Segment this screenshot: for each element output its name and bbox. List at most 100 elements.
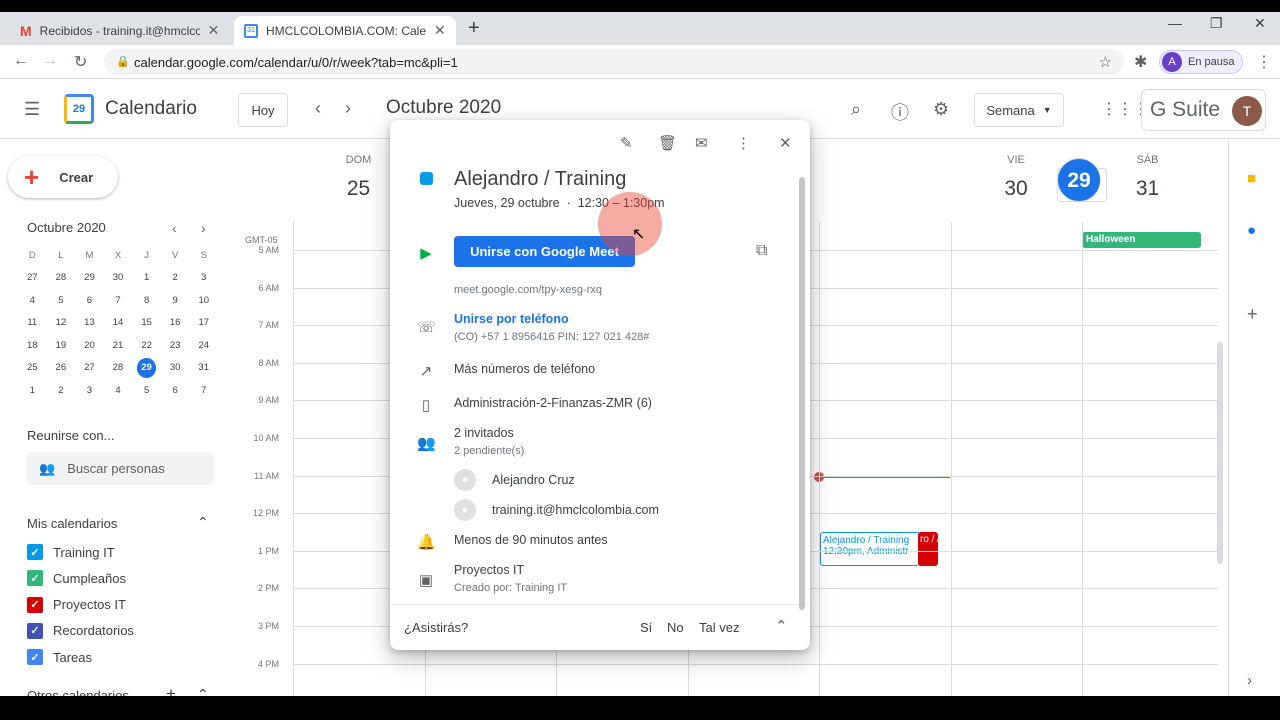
mini-calendar-day[interactable]: 23 bbox=[161, 340, 190, 351]
mini-calendar-day[interactable]: 13 bbox=[75, 317, 104, 328]
mini-calendar-day[interactable]: 6 bbox=[75, 295, 104, 306]
rsvp-maybe-button[interactable]: Tal vez bbox=[699, 620, 739, 635]
mini-calendar-day[interactable]: 27 bbox=[18, 272, 47, 283]
gsuite-account-area[interactable]: G Suite T bbox=[1141, 89, 1266, 131]
mini-calendar-day[interactable]: 6 bbox=[161, 385, 190, 396]
mini-calendar-day[interactable]: 22 bbox=[132, 340, 161, 351]
mini-calendar-day[interactable]: 3 bbox=[75, 385, 104, 396]
mini-calendar-day[interactable]: 9 bbox=[161, 295, 190, 306]
other-calendars-header[interactable]: Otros calendarios bbox=[27, 688, 129, 696]
mini-calendar-day[interactable]: 26 bbox=[47, 362, 76, 373]
chevron-left-icon[interactable]: ‹ bbox=[172, 220, 177, 236]
mini-calendar-day[interactable]: 28 bbox=[104, 362, 133, 373]
mini-calendar-day[interactable]: 2 bbox=[161, 272, 190, 283]
mini-calendar-day[interactable]: 7 bbox=[189, 385, 218, 396]
mini-calendar-day[interactable]: 7 bbox=[104, 295, 133, 306]
email-guests-icon[interactable]: ✉ bbox=[695, 134, 708, 152]
account-avatar[interactable]: T bbox=[1232, 96, 1262, 126]
allday-event-halloween[interactable]: Halloween bbox=[1082, 232, 1201, 248]
mini-calendar-day[interactable]: 3 bbox=[189, 272, 218, 283]
checkbox-check-icon[interactable]: ✓ bbox=[27, 596, 43, 613]
mini-calendar-day[interactable]: 12 bbox=[47, 317, 76, 328]
edit-pencil-icon[interactable]: ✎ bbox=[620, 134, 633, 152]
calendar-item[interactable]: ✓ Training IT bbox=[27, 544, 115, 560]
checkbox-check-icon[interactable]: ✓ bbox=[27, 570, 43, 587]
mini-calendar-day[interactable]: 15 bbox=[132, 317, 161, 328]
mini-calendar-day[interactable]: 19 bbox=[47, 340, 76, 351]
day-number[interactable]: 30 bbox=[951, 170, 1082, 208]
chevron-right-icon[interactable]: › bbox=[345, 98, 351, 119]
minimize-icon[interactable]: — bbox=[1168, 15, 1182, 31]
meet-link[interactable]: meet.google.com/tpy-xesg-rxq bbox=[454, 284, 602, 296]
mini-calendar-day[interactable]: 14 bbox=[104, 317, 133, 328]
people-search-input[interactable]: 👥 Buscar personas bbox=[27, 452, 214, 485]
chevron-up-icon[interactable]: ⌃ bbox=[775, 617, 788, 635]
mini-calendar-day[interactable]: 30 bbox=[104, 272, 133, 283]
window-close-icon[interactable]: ✕ bbox=[1254, 15, 1266, 32]
bookmark-star-icon[interactable]: ☆ bbox=[1099, 53, 1112, 71]
extensions-icon[interactable]: ✱ bbox=[1134, 52, 1147, 72]
tasks-icon[interactable]: ● bbox=[1247, 222, 1256, 239]
help-icon[interactable]: ⓘ bbox=[891, 99, 909, 125]
mini-calendar-day[interactable]: 17 bbox=[189, 317, 218, 328]
mini-calendar-day[interactable]: 24 bbox=[189, 340, 218, 351]
mini-calendar-day[interactable]: 11 bbox=[18, 317, 47, 328]
guest-row[interactable]: ● training.it@hmclcolombia.com bbox=[454, 499, 659, 521]
add-calendar-plus-icon[interactable]: + bbox=[166, 684, 176, 696]
search-icon[interactable]: ⌕ bbox=[851, 99, 861, 120]
guest-row[interactable]: ● Alejandro Cruz bbox=[454, 469, 575, 491]
mini-calendar-day[interactable]: 31 bbox=[189, 362, 218, 373]
close-icon[interactable]: ✕ bbox=[208, 22, 220, 39]
calendar-item[interactable]: ✓ Cumpleaños bbox=[27, 570, 126, 587]
keep-icon[interactable]: ■ bbox=[1247, 170, 1256, 187]
event-training-card[interactable]: Alejandro / Training 12:30pm, Administr bbox=[820, 532, 920, 566]
mini-calendar-day[interactable]: 25 bbox=[18, 362, 47, 373]
checkbox-check-icon[interactable]: ✓ bbox=[27, 649, 43, 666]
event-proyectos-card[interactable]: ro / A bbox=[918, 532, 938, 566]
checkbox-check-icon[interactable]: ✓ bbox=[27, 622, 43, 639]
more-phone-numbers-link[interactable]: Más números de teléfono bbox=[454, 362, 595, 376]
calendar-item[interactable]: ✓ Proyectos IT bbox=[27, 596, 126, 613]
view-selector[interactable]: Semana ▼ bbox=[974, 93, 1064, 127]
close-icon[interactable]: ✕ bbox=[434, 22, 446, 39]
tab-gmail[interactable]: M Recibidos - training.it@hmclcolombia.c… bbox=[10, 16, 229, 45]
url-input[interactable]: 🔒 calendar.google.com/calendar/u/0/r/wee… bbox=[104, 49, 1124, 75]
day-header[interactable]: VIE 30 bbox=[951, 140, 1082, 208]
mini-calendar-day[interactable]: 28 bbox=[47, 272, 76, 283]
chevron-right-icon[interactable]: › bbox=[1247, 672, 1252, 689]
mini-calendar-day[interactable]: 30 bbox=[161, 362, 190, 373]
rsvp-yes-button[interactable]: Sí bbox=[640, 620, 652, 635]
today-button[interactable]: Hoy bbox=[238, 93, 288, 127]
mini-calendar-day[interactable]: 8 bbox=[132, 295, 161, 306]
mini-calendar-day[interactable]: 1 bbox=[18, 385, 47, 396]
create-button[interactable]: + Crear bbox=[8, 156, 118, 198]
tab-calendar[interactable]: 31 HMCLCOLOMBIA.COM: Calendario ✕ bbox=[234, 16, 456, 45]
join-by-phone-link[interactable]: Unirse por teléfono bbox=[454, 312, 569, 326]
mini-calendar-day[interactable]: 4 bbox=[18, 295, 47, 306]
calendar-item[interactable]: ✓ Tareas bbox=[27, 649, 92, 666]
mini-calendar-day[interactable]: 29 bbox=[75, 272, 104, 283]
chevron-up-icon[interactable]: ⌃ bbox=[197, 514, 209, 531]
settings-gear-icon[interactable]: ⚙ bbox=[933, 99, 949, 120]
day-number[interactable]: 31 bbox=[1082, 170, 1213, 208]
mini-calendar-day[interactable]: 27 bbox=[75, 362, 104, 373]
mini-calendar-day[interactable]: 10 bbox=[189, 295, 218, 306]
my-calendars-header[interactable]: Mis calendarios bbox=[27, 516, 117, 531]
mini-calendar-day[interactable]: 21 bbox=[104, 340, 133, 351]
delete-trash-icon[interactable]: 🗑 bbox=[658, 134, 677, 152]
reload-icon[interactable]: ↻ bbox=[74, 52, 87, 72]
main-menu-icon[interactable]: ☰ bbox=[24, 99, 40, 120]
day-header[interactable]: SÁB 31 bbox=[1082, 140, 1213, 208]
checkbox-check-icon[interactable]: ✓ bbox=[27, 544, 43, 560]
forward-icon[interactable]: → bbox=[42, 52, 58, 70]
new-tab-icon[interactable]: + bbox=[468, 17, 480, 40]
chevron-right-icon[interactable]: › bbox=[201, 220, 206, 236]
mini-calendar-day[interactable]: 2 bbox=[47, 385, 76, 396]
grid-scrollbar[interactable] bbox=[1217, 342, 1223, 564]
back-icon[interactable]: ← bbox=[13, 52, 29, 70]
chevron-up-icon[interactable]: ⌃ bbox=[197, 686, 209, 696]
rsvp-no-button[interactable]: No bbox=[667, 620, 684, 635]
mini-calendar-day[interactable]: 5 bbox=[132, 385, 161, 396]
mini-calendar-day[interactable]: 29 bbox=[136, 357, 157, 378]
add-addon-plus-icon[interactable]: + bbox=[1247, 304, 1258, 325]
